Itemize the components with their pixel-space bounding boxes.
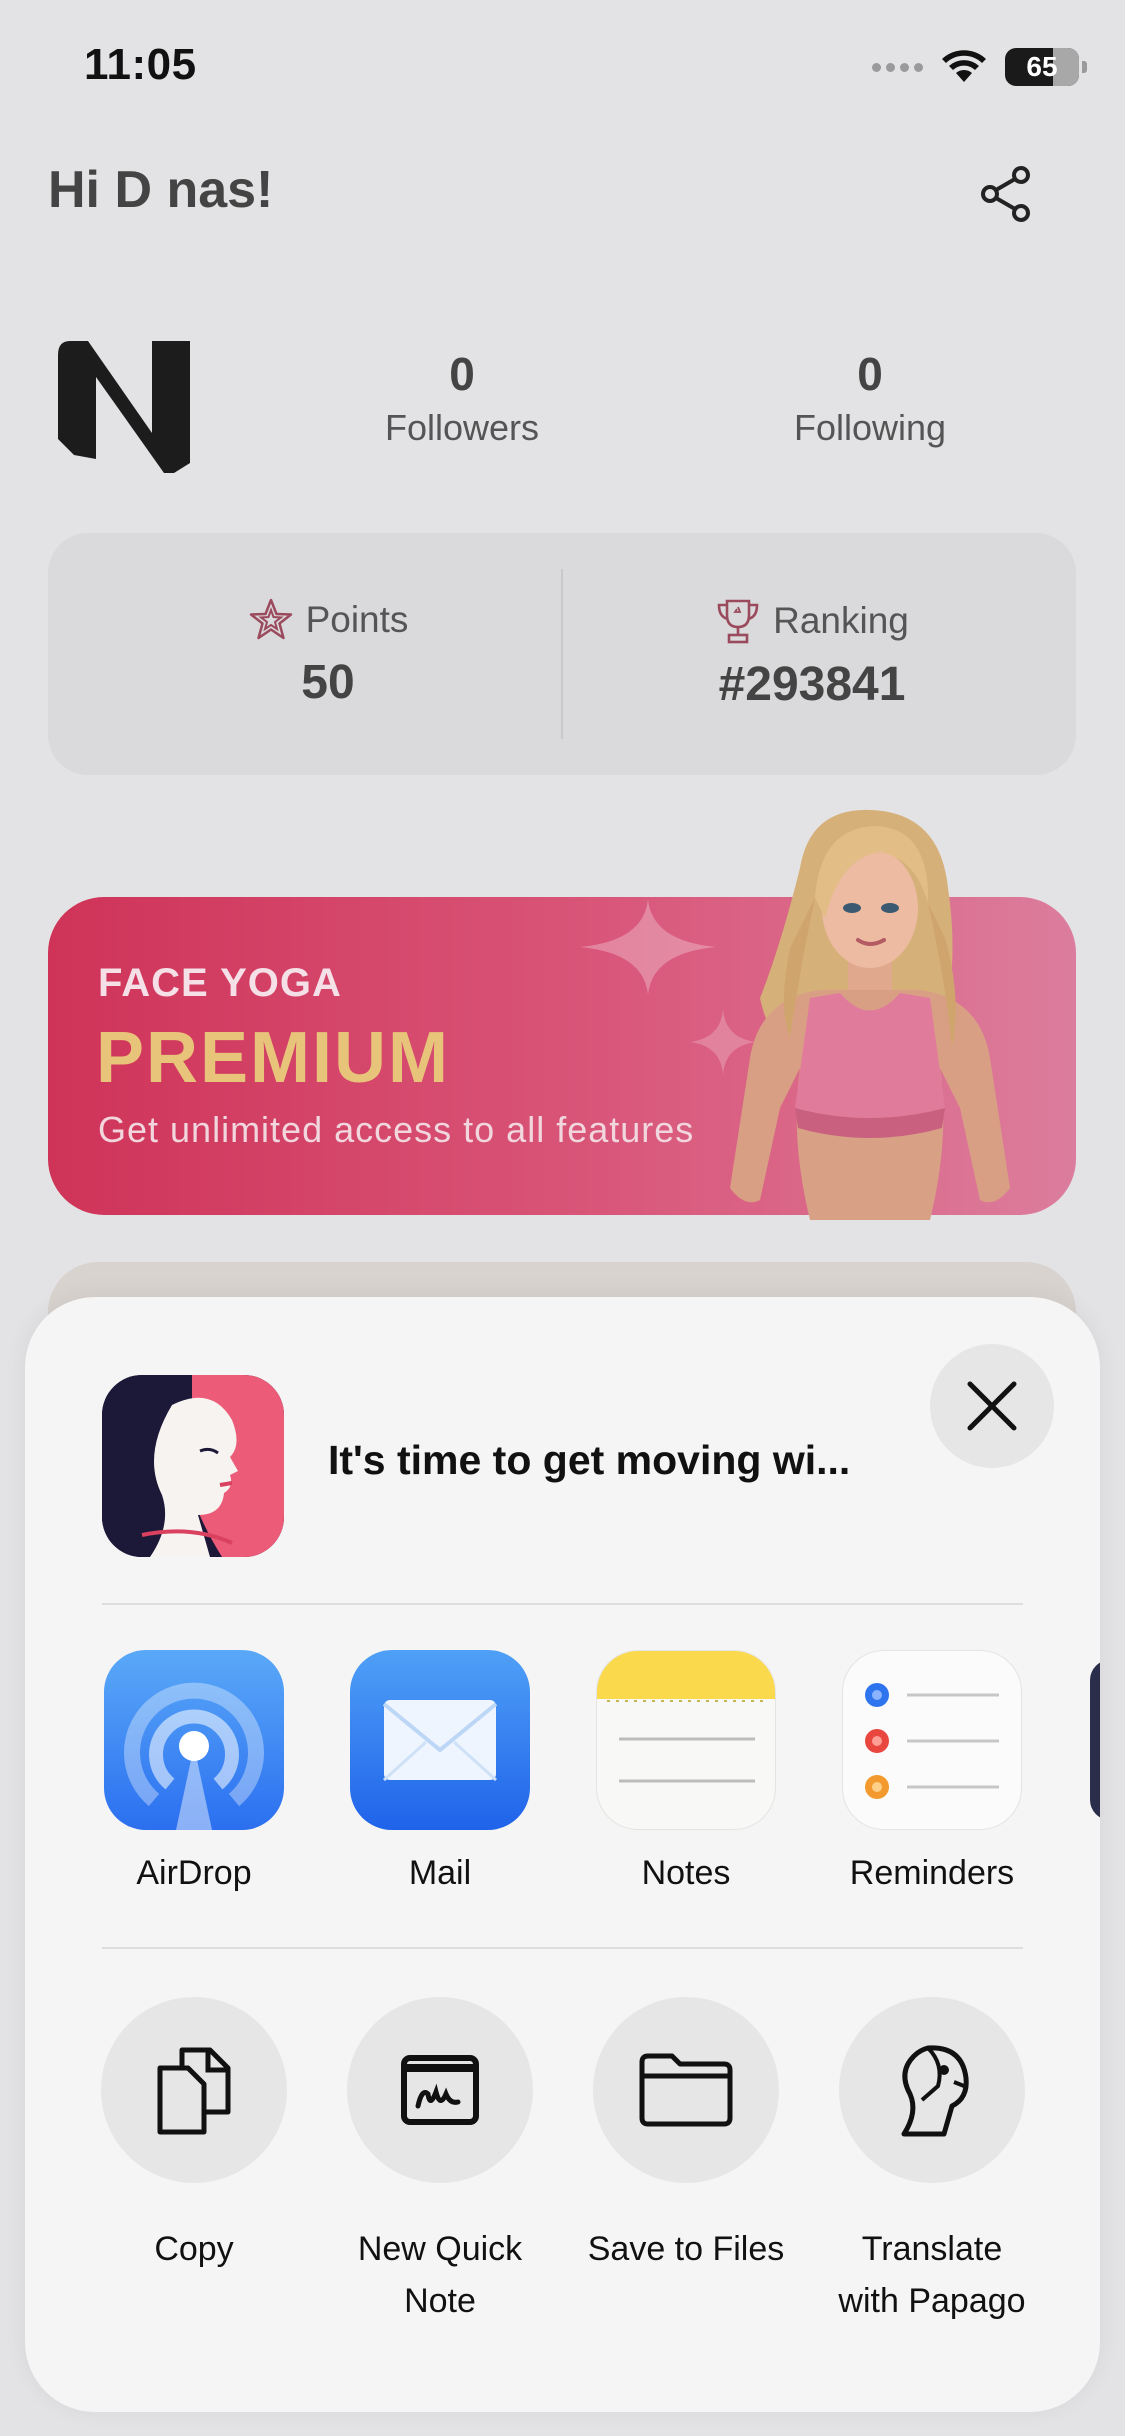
share-app-label: Mail: [408, 1854, 472, 1892]
quick-note-icon: [401, 2055, 479, 2125]
followers-label: Followers: [384, 407, 540, 448]
action-save-to-files[interactable]: Save to Files: [561, 1997, 811, 2275]
trophy-icon: [717, 599, 759, 644]
share-sheet: It's time to get moving wi... AirDrop Ma…: [25, 1297, 1100, 2412]
share-apps-row: AirDrop Mail Notes Reminders: [25, 1650, 1100, 1910]
mail-icon: [382, 1700, 498, 1782]
greeting-title: Hi D nas!: [48, 161, 274, 219]
face-profile-icon: [102, 1375, 284, 1557]
copy-icon: [157, 2047, 231, 2135]
share-app-notes[interactable]: Notes: [581, 1650, 791, 1893]
more-apps-peek[interactable]: [1090, 1660, 1100, 1820]
share-icon: [981, 166, 1030, 222]
points-label: Points: [305, 599, 409, 640]
share-app-label: AirDrop: [136, 1854, 252, 1892]
share-button[interactable]: [972, 160, 1040, 228]
notes-icon: [597, 1651, 775, 1783]
card-divider: [561, 569, 563, 739]
action-label: Copy: [154, 2230, 234, 2268]
folder-icon: [639, 2053, 733, 2127]
sheet-divider: [102, 1603, 1023, 1605]
battery-level: 65: [1026, 51, 1058, 82]
followers-count: 0: [449, 348, 475, 400]
profile-avatar-logo[interactable]: [56, 335, 196, 480]
share-app-mail[interactable]: Mail: [335, 1650, 545, 1893]
action-copy[interactable]: Copy: [69, 1997, 319, 2275]
fitness-woman-illustration: [730, 809, 1010, 1220]
status-time: 11:05: [84, 40, 197, 89]
action-label: Save to Files: [587, 2230, 785, 2268]
star-icon: [249, 598, 292, 640]
action-translate-papago[interactable]: Translate with Papago: [807, 1997, 1057, 2327]
airdrop-icon: [124, 1682, 264, 1830]
face-yoga-app-icon: [102, 1375, 284, 1557]
cellular-signal-icon: [872, 62, 923, 72]
close-icon: [967, 1381, 1017, 1431]
following-stat[interactable]: 0 Following: [740, 345, 1000, 453]
wifi-icon: [942, 50, 986, 82]
share-sheet-title: It's time to get moving wi...: [328, 1437, 851, 1483]
status-indicators: 65: [872, 48, 1087, 86]
share-app-airdrop[interactable]: AirDrop: [89, 1650, 299, 1893]
premium-eyebrow: FACE YOGA: [98, 961, 342, 1005]
following-label: Following: [793, 407, 947, 448]
premium-subtitle: Get unlimited access to all features: [98, 1109, 695, 1150]
share-app-label: Reminders: [849, 1854, 1015, 1892]
ranking-section[interactable]: Ranking #293841: [612, 597, 1012, 712]
close-button[interactable]: [930, 1344, 1054, 1468]
action-label: Translate with Papago: [838, 2230, 1026, 2320]
ranking-value: #293841: [718, 658, 906, 711]
ranking-label: Ranking: [773, 600, 909, 641]
reminders-icon: [865, 1683, 999, 1799]
action-new-quick-note[interactable]: New Quick Note: [315, 1997, 565, 2327]
following-count: 0: [857, 348, 883, 400]
status-bar: 11:05 65: [0, 0, 1125, 140]
premium-title: PREMIUM: [96, 1018, 450, 1098]
papago-icon: [901, 2045, 969, 2137]
share-app-label: Notes: [641, 1854, 731, 1892]
battery-icon: 65: [1005, 48, 1087, 86]
action-label: New Quick Note: [357, 2230, 523, 2320]
sheet-divider: [102, 1947, 1023, 1949]
followers-stat[interactable]: 0 Followers: [332, 345, 592, 453]
points-section[interactable]: Points 50: [128, 597, 528, 710]
points-ranking-card: Points 50 Ranking #293841: [48, 533, 1076, 775]
share-app-reminders[interactable]: Reminders: [827, 1650, 1037, 1893]
points-value: 50: [301, 656, 355, 709]
